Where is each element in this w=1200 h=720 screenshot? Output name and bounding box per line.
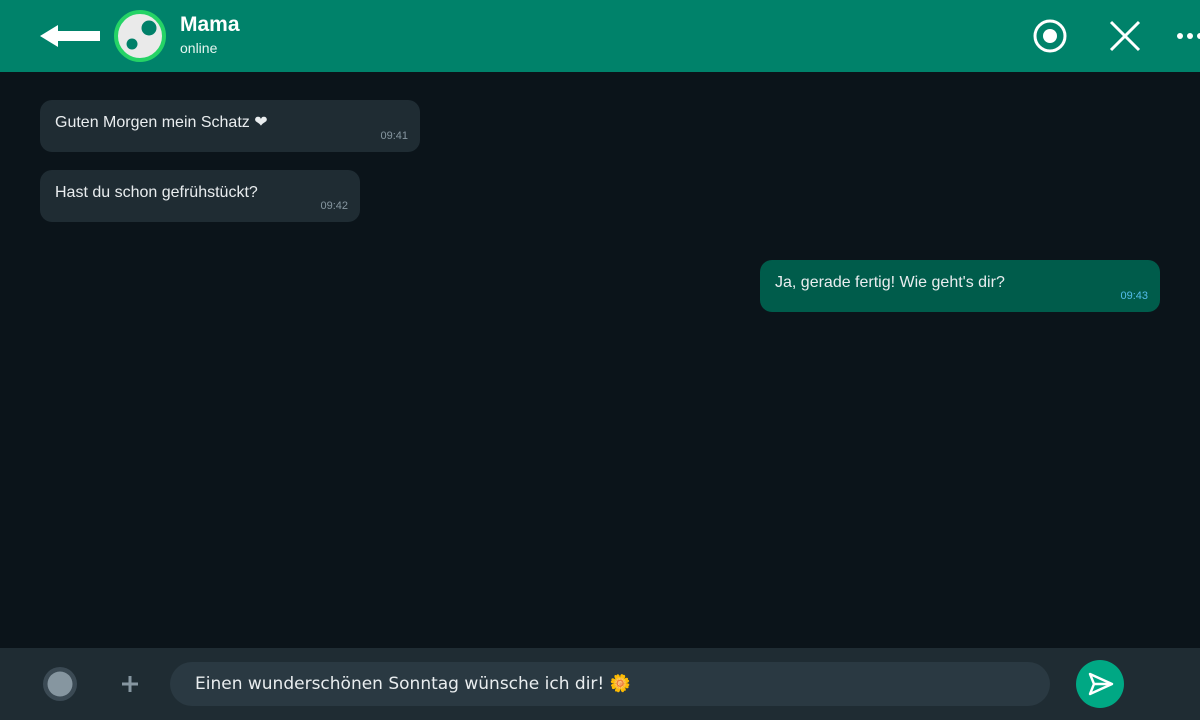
contact-info[interactable]: Mama online: [180, 12, 240, 58]
composer-bar: [0, 648, 1200, 720]
message-text: Hast du schon gefrühstückt?: [55, 184, 258, 201]
avatar-image: [114, 10, 166, 62]
attach-button[interactable]: [116, 670, 144, 698]
message-bubble-incoming[interactable]: Hast du schon gefrühstückt? 09:42: [40, 170, 360, 222]
message-text: Ja, gerade fertig! Wie geht's dir?: [775, 274, 1005, 291]
emoji-icon: [43, 667, 77, 701]
message-input[interactable]: [170, 662, 1050, 706]
more-dots-icon: [1177, 33, 1200, 39]
back-button[interactable]: [36, 18, 106, 54]
send-icon: [1088, 672, 1114, 696]
arrow-left-icon: [40, 25, 100, 47]
message-time: 09:43: [1120, 290, 1148, 302]
message-time: 09:41: [380, 130, 408, 142]
message-time: 09:42: [320, 200, 348, 212]
send-button[interactable]: [1076, 660, 1124, 708]
contact-name: Mama: [180, 13, 240, 36]
chat-header: Mama online: [0, 0, 1200, 72]
more-options-button[interactable]: [1172, 18, 1200, 54]
message-text: Guten Morgen mein Schatz ❤: [55, 114, 268, 131]
message-bubble-incoming[interactable]: Guten Morgen mein Schatz ❤ 09:41: [40, 100, 420, 152]
message-bubble-outgoing[interactable]: Ja, gerade fertig! Wie geht's dir? 09:43: [760, 260, 1160, 312]
emoji-button[interactable]: [42, 666, 78, 702]
plus-icon: [122, 676, 138, 692]
contact-status: online: [180, 40, 218, 56]
record-icon: [1033, 19, 1067, 53]
record-button[interactable]: [1032, 18, 1068, 54]
close-icon: [1109, 20, 1141, 52]
avatar[interactable]: [114, 10, 166, 62]
close-button[interactable]: [1107, 18, 1143, 54]
